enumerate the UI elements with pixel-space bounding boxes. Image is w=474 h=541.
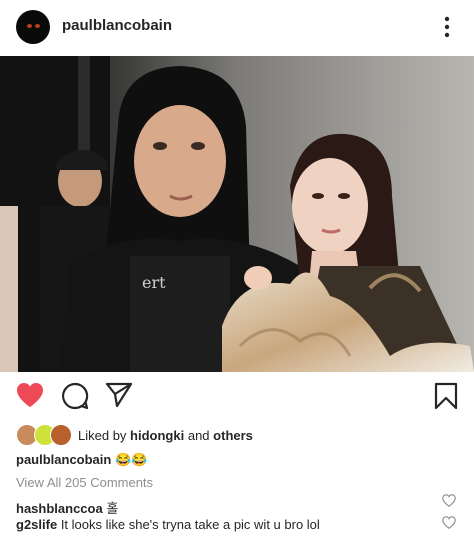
post-header: paulblancobain (0, 0, 474, 56)
heart-outline-icon[interactable] (442, 494, 456, 507)
view-all-comments-link[interactable]: View All 205 Comments (16, 475, 153, 490)
svg-text:ert: ert (142, 273, 166, 292)
post-username[interactable]: paulblancobain (62, 17, 172, 34)
comment-username[interactable]: hashblanccoa (16, 501, 103, 516)
heart-outline-icon[interactable] (442, 516, 456, 529)
likes-summary: Liked by hidongki and others (78, 428, 253, 443)
avatar (50, 424, 72, 446)
avatar-eye (27, 24, 32, 28)
post-image: ert (0, 56, 474, 372)
caption-username[interactable]: paulblancobain (16, 452, 111, 467)
bookmark-icon[interactable] (434, 382, 458, 410)
comment-item: hashblanccoa 홀 (16, 498, 118, 517)
caption-text: 😂😂 (114, 452, 148, 467)
comment-text: 홀 (106, 501, 119, 516)
more-vertical-icon[interactable] (440, 14, 454, 40)
paper-plane-icon[interactable] (105, 382, 133, 408)
post-actions (0, 380, 474, 414)
comment-bubble-icon[interactable] (61, 382, 89, 410)
comment-item: g2slife It looks like she's tryna take a… (16, 517, 320, 532)
likes-joiner: and (187, 427, 210, 443)
heart-filled-icon[interactable] (16, 382, 44, 408)
likes-others[interactable]: others (213, 428, 253, 443)
likes-row[interactable]: Liked by hidongki and others (16, 424, 253, 446)
liker-username[interactable]: hidongki (130, 428, 184, 443)
comment-username[interactable]: g2slife (16, 517, 57, 532)
avatar-eye (35, 24, 40, 28)
liker-avatars (16, 424, 74, 446)
comment-text: It looks like she's tryna take a pic wit… (60, 517, 320, 532)
caption: paulblancobain 😂😂 (16, 452, 147, 468)
likes-prefix: Liked by (78, 427, 127, 443)
post-photo[interactable]: ert (0, 56, 474, 372)
avatar[interactable] (16, 10, 50, 44)
